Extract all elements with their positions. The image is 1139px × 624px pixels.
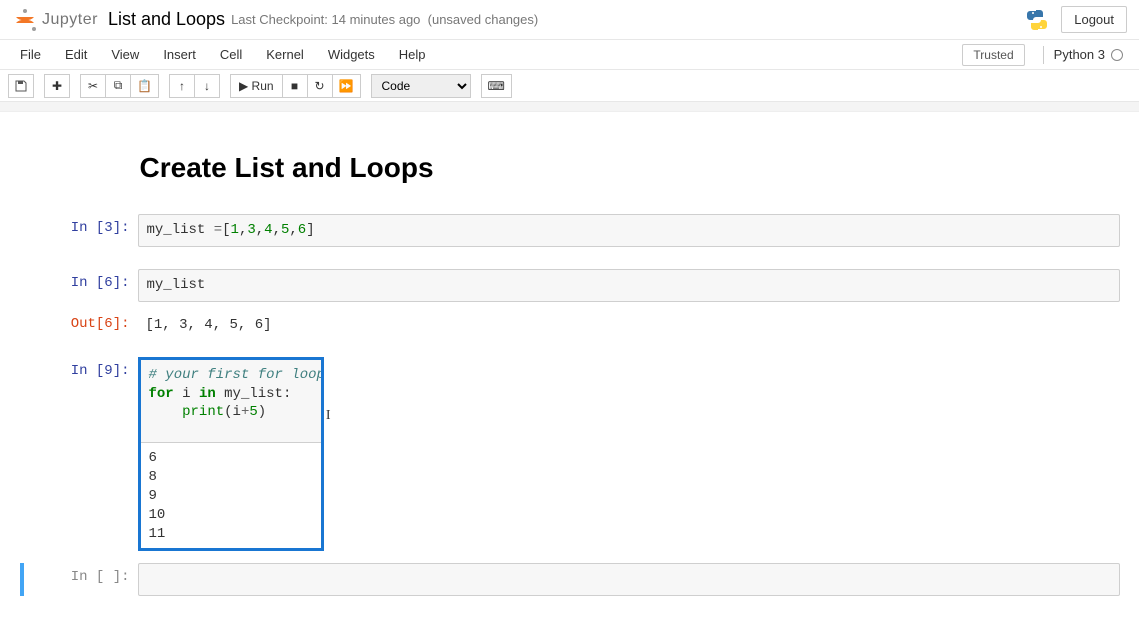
trusted-indicator[interactable]: Trusted [962,44,1024,66]
plus-icon: ✚ [52,79,62,93]
keyboard-icon: ⌨ [488,79,505,93]
notebook-area: Create List and Loops In [3]: my_list =[… [0,112,1139,624]
jupyter-swirl-icon [12,7,38,33]
interrupt-button[interactable]: ■ [282,74,308,98]
copy-button[interactable]: ⧉ [105,74,131,98]
code-input[interactable]: my_list =[1,3,4,5,6] [138,214,1120,247]
move-up-button[interactable]: ↑ [169,74,195,98]
notebook-title[interactable]: List and Loops [108,9,225,30]
play-icon: ▶ [239,79,248,93]
input-prompt: In [3]: [28,214,138,247]
menu-file[interactable]: File [8,42,53,67]
code-input[interactable]: # your first for loop for i in my_list: … [141,360,321,444]
input-prompt: In [9]: [28,357,138,551]
menu-widgets[interactable]: Widgets [316,42,387,67]
restart-icon: ↻ [315,79,325,93]
python-logo-icon [1025,8,1049,32]
add-cell-button[interactable]: ✚ [44,74,70,98]
run-button[interactable]: ▶ Run [230,74,283,98]
annotation-highlight-box: # your first for loop for i in my_list: … [138,357,324,551]
fast-forward-icon: ⏩ [339,79,354,93]
paste-button[interactable]: 📋 [130,74,159,98]
arrow-down-icon: ↓ [204,79,210,93]
scissors-icon: ✂ [88,79,98,93]
menu-view[interactable]: View [99,42,151,67]
save-button[interactable] [8,74,34,98]
cell-output: [1, 3, 4, 5, 6] [138,310,1120,339]
restart-button[interactable]: ↻ [307,74,333,98]
input-prompt: In [ ]: [28,563,138,596]
code-cell[interactable]: In [9]: # your first for loop for i in m… [20,357,1120,551]
code-cell[interactable]: In [3]: my_list =[1,3,4,5,6] [20,214,1120,247]
cut-button[interactable]: ✂ [80,74,106,98]
output-row: Out[6]: [1, 3, 4, 5, 6] [20,310,1120,339]
code-cell[interactable]: In [6]: my_list [20,269,1120,302]
input-prompt: In [6]: [28,269,138,302]
copy-icon: ⧉ [114,78,123,93]
kernel-idle-icon [1111,49,1123,61]
move-down-button[interactable]: ↓ [194,74,220,98]
checkpoint-text: Last Checkpoint: 14 minutes ago (unsaved… [231,12,538,27]
output-prompt: Out[6]: [28,310,138,339]
menu-cell[interactable]: Cell [208,42,254,67]
menubar: File Edit View Insert Cell Kernel Widget… [0,40,1139,70]
logout-button[interactable]: Logout [1061,6,1127,33]
text-cursor-icon: I [326,408,331,424]
header-strip [0,102,1139,112]
code-cell[interactable]: In [ ]: [20,563,1120,596]
menu-insert[interactable]: Insert [151,42,208,67]
code-input[interactable]: my_list [138,269,1120,302]
arrow-up-icon: ↑ [179,79,185,93]
code-input[interactable] [138,563,1120,596]
cell-type-select[interactable]: Code [371,74,471,98]
jupyter-logo[interactable]: Jupyter [12,7,98,33]
kernel-indicator[interactable]: Python 3 [1054,47,1123,62]
paste-icon: 📋 [137,79,152,93]
restart-run-all-button[interactable]: ⏩ [332,74,361,98]
menu-edit[interactable]: Edit [53,42,99,67]
notebook-header: Jupyter List and Loops Last Checkpoint: … [0,0,1139,40]
jupyter-logo-text: Jupyter [42,11,98,29]
menu-kernel[interactable]: Kernel [254,42,316,67]
cell-output: 6 8 9 10 11 [141,443,321,547]
stop-icon: ■ [291,79,298,93]
command-palette-button[interactable]: ⌨ [481,74,512,98]
menu-help[interactable]: Help [387,42,438,67]
toolbar: ✚ ✂ ⧉ 📋 ↑ ↓ ▶ Run ■ ↻ ⏩ Code ⌨ [0,70,1139,102]
markdown-heading: Create List and Loops [140,152,1120,184]
